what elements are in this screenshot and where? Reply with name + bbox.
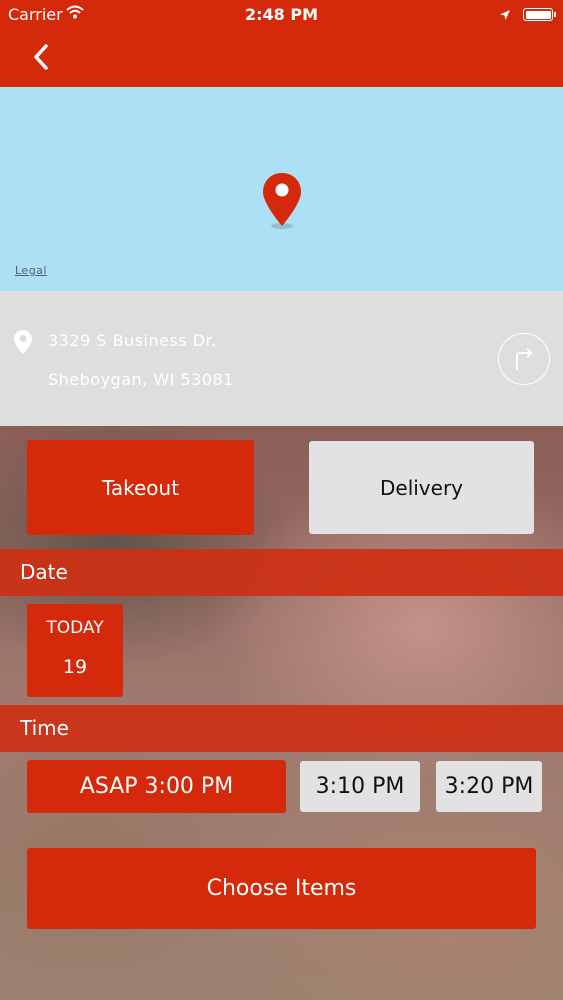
- location-arrow-icon: [499, 6, 511, 25]
- delivery-button[interactable]: Delivery: [309, 441, 534, 534]
- time-section-header: Time: [0, 705, 563, 752]
- map-view[interactable]: Legal: [0, 87, 563, 291]
- nav-bar: [0, 30, 563, 87]
- date-option-today[interactable]: TODAY 19: [27, 604, 123, 697]
- status-bar: Carrier 2:48 PM: [0, 0, 563, 30]
- address-pin-icon: [13, 329, 33, 359]
- map-legal-link[interactable]: Legal: [15, 264, 47, 277]
- address-line-2: Sheboygan, WI 53081: [48, 370, 234, 389]
- map-pin-icon[interactable]: [261, 171, 303, 235]
- back-chevron-icon[interactable]: [28, 40, 54, 76]
- address-line-1: 3329 S Business Dr.: [48, 331, 217, 350]
- choose-items-button[interactable]: Choose Items: [27, 848, 536, 929]
- status-time: 2:48 PM: [244, 5, 318, 24]
- date-day-label: TODAY: [46, 618, 104, 638]
- time-slot-320[interactable]: 3:20 PM: [436, 761, 542, 812]
- date-section-header: Date: [0, 549, 563, 596]
- time-slot-asap[interactable]: ASAP 3:00 PM: [27, 760, 286, 813]
- takeout-button[interactable]: Takeout: [27, 440, 254, 535]
- address-panel: 3329 S Business Dr. Sheboygan, WI 53081: [0, 291, 563, 426]
- time-slot-310[interactable]: 3:10 PM: [300, 761, 420, 812]
- directions-button[interactable]: [498, 333, 550, 385]
- date-day-number: 19: [62, 656, 88, 678]
- directions-icon: [516, 347, 533, 370]
- battery-icon: [523, 8, 556, 21]
